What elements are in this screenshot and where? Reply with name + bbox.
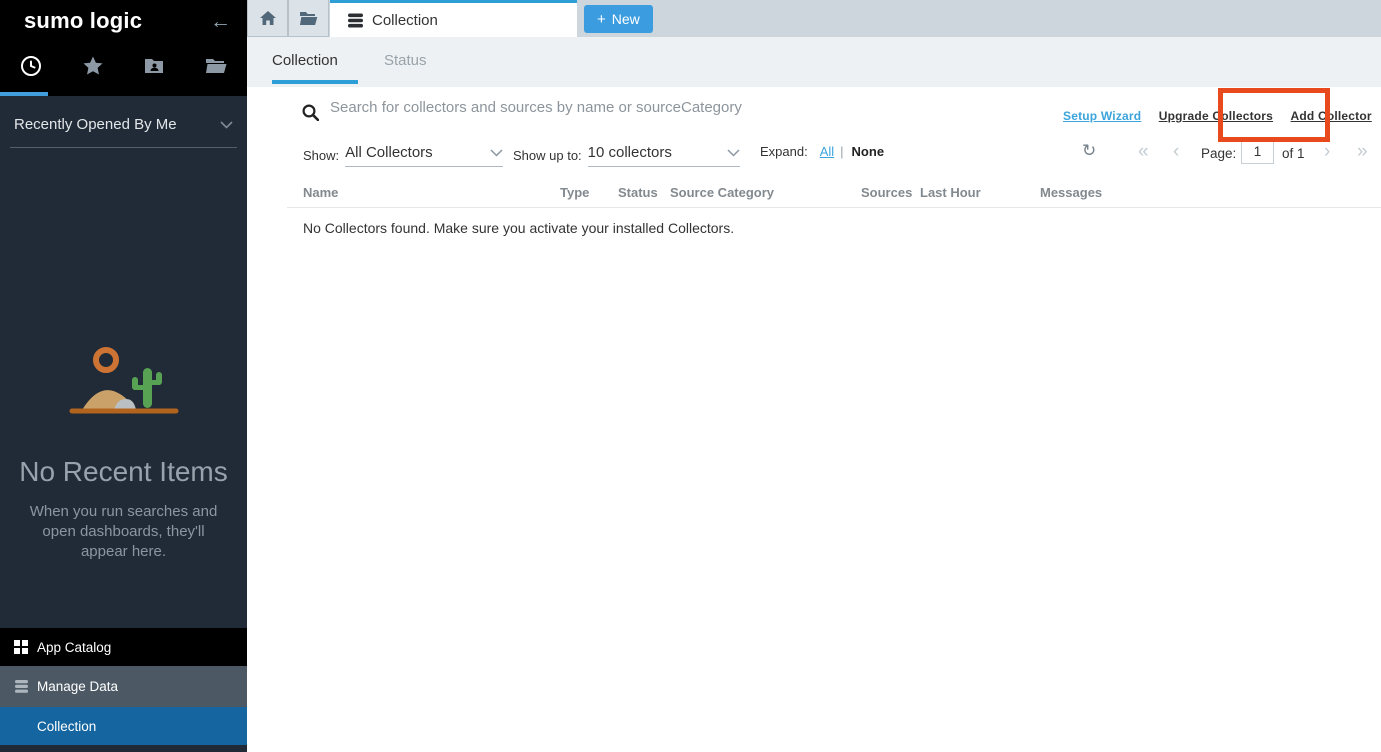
brand-logo: sumo logic [24,8,142,34]
column-header-messages[interactable]: Messages [1040,185,1102,200]
add-collector-link[interactable]: Add Collector [1291,109,1372,123]
library-folder-icon[interactable] [185,46,247,86]
search-icon [302,104,319,121]
recent-empty-title: No Recent Items [0,456,247,488]
collection-panel: Setup Wizard Upgrade Collectors Add Coll… [247,87,1381,752]
show-up-to-dropdown[interactable]: 10 collectors [588,144,740,167]
database-icon [347,12,364,29]
show-up-to-dropdown-value: 10 collectors [588,144,672,161]
top-tab-bar: Collection + New [247,0,1381,37]
page-number-input[interactable] [1241,138,1274,164]
collapse-sidebar-icon[interactable]: ← [210,11,231,32]
show-dropdown-value: All Collectors [345,144,433,161]
column-header-source-category[interactable]: Source Category [670,185,774,200]
sidebar-item-label: App Catalog [37,640,111,655]
page-count-label: of 1 [1282,146,1305,161]
main-area: Collection + New Collection Status Setup… [247,0,1381,752]
first-page-icon[interactable]: « [1138,142,1149,161]
tab-label: Collection [372,12,438,29]
new-button-label: New [612,11,640,27]
expand-separator: | [840,144,843,159]
setup-wizard-link[interactable]: Setup Wizard [1063,109,1141,123]
plus-icon: + [597,11,606,28]
tab-collection[interactable]: Collection [330,0,577,37]
recent-clock-icon[interactable] [0,46,62,86]
home-icon [259,10,277,26]
column-header-name[interactable]: Name [303,185,338,200]
grid-icon [14,640,30,654]
last-page-icon[interactable]: » [1357,142,1368,161]
sidebar-tab-icons [0,46,247,86]
sidebar-item-label: Collection [37,719,96,734]
recent-empty-state: No Recent Items When you run searches an… [0,344,247,562]
folder-open-icon [299,10,318,26]
expand-all-link[interactable]: All [820,144,834,159]
column-header-sources[interactable]: Sources [861,185,912,200]
sub-tab-strip: Collection Status [247,37,1381,87]
collectors-table-header: Name Type Status Source Category Sources… [247,185,1381,205]
sidebar-item-manage-data[interactable]: Manage Data [0,666,247,707]
show-dropdown[interactable]: All Collectors [345,144,503,167]
column-header-status[interactable]: Status [618,185,658,200]
show-up-to-label: Show up to: [513,148,582,163]
chevron-down-icon [490,149,503,157]
desert-illustration [64,344,184,420]
expand-label: Expand: [760,144,808,159]
show-label: Show: [303,148,339,163]
column-header-last-hour[interactable]: Last Hour [920,185,981,200]
sidebar-body: Recently Opened By Me No Recent Items Wh… [0,96,247,752]
sidebar: sumo logic ← Recently Opened By Me [0,0,247,752]
expand-none-link[interactable]: None [852,144,885,159]
refresh-icon[interactable]: ↻ [1082,141,1096,161]
upgrade-collectors-link[interactable]: Upgrade Collectors [1159,109,1273,123]
search-input[interactable] [330,99,890,116]
next-page-icon[interactable]: › [1324,142,1330,161]
sidebar-header: sumo logic ← [0,0,247,96]
home-button[interactable] [247,0,288,37]
database-icon [14,679,30,694]
recent-scope-label: Recently Opened By Me [14,116,177,133]
personal-folder-icon[interactable] [124,46,186,86]
column-header-type[interactable]: Type [560,185,589,200]
prev-page-icon[interactable]: ‹ [1173,142,1179,161]
new-button[interactable]: + New [584,5,653,33]
sidebar-item-app-catalog[interactable]: App Catalog [0,628,247,666]
sidebar-item-label: Manage Data [37,679,118,694]
chevron-down-icon [220,121,233,129]
filter-row: Show: All Collectors Show up to: 10 coll… [303,144,1381,170]
favorites-star-icon[interactable] [62,46,124,86]
library-button[interactable] [288,0,329,37]
chevron-down-icon [727,149,740,157]
subtab-status[interactable]: Status [384,52,427,69]
sidebar-bottom-nav: App Catalog Manage Data Collection [0,628,247,745]
recent-scope-dropdown[interactable]: Recently Opened By Me [10,96,237,148]
table-header-divider [287,207,1381,208]
toolbar-links: Setup Wizard Upgrade Collectors Add Coll… [1063,107,1381,125]
subtab-active-underline [272,80,358,84]
sidebar-item-collection[interactable]: Collection [0,707,247,745]
recent-empty-caption: When you run searches and open dashboard… [22,502,225,562]
no-collectors-message: No Collectors found. Make sure you activ… [303,220,734,236]
page-label: Page: [1201,146,1236,161]
subtab-collection[interactable]: Collection [272,52,338,69]
